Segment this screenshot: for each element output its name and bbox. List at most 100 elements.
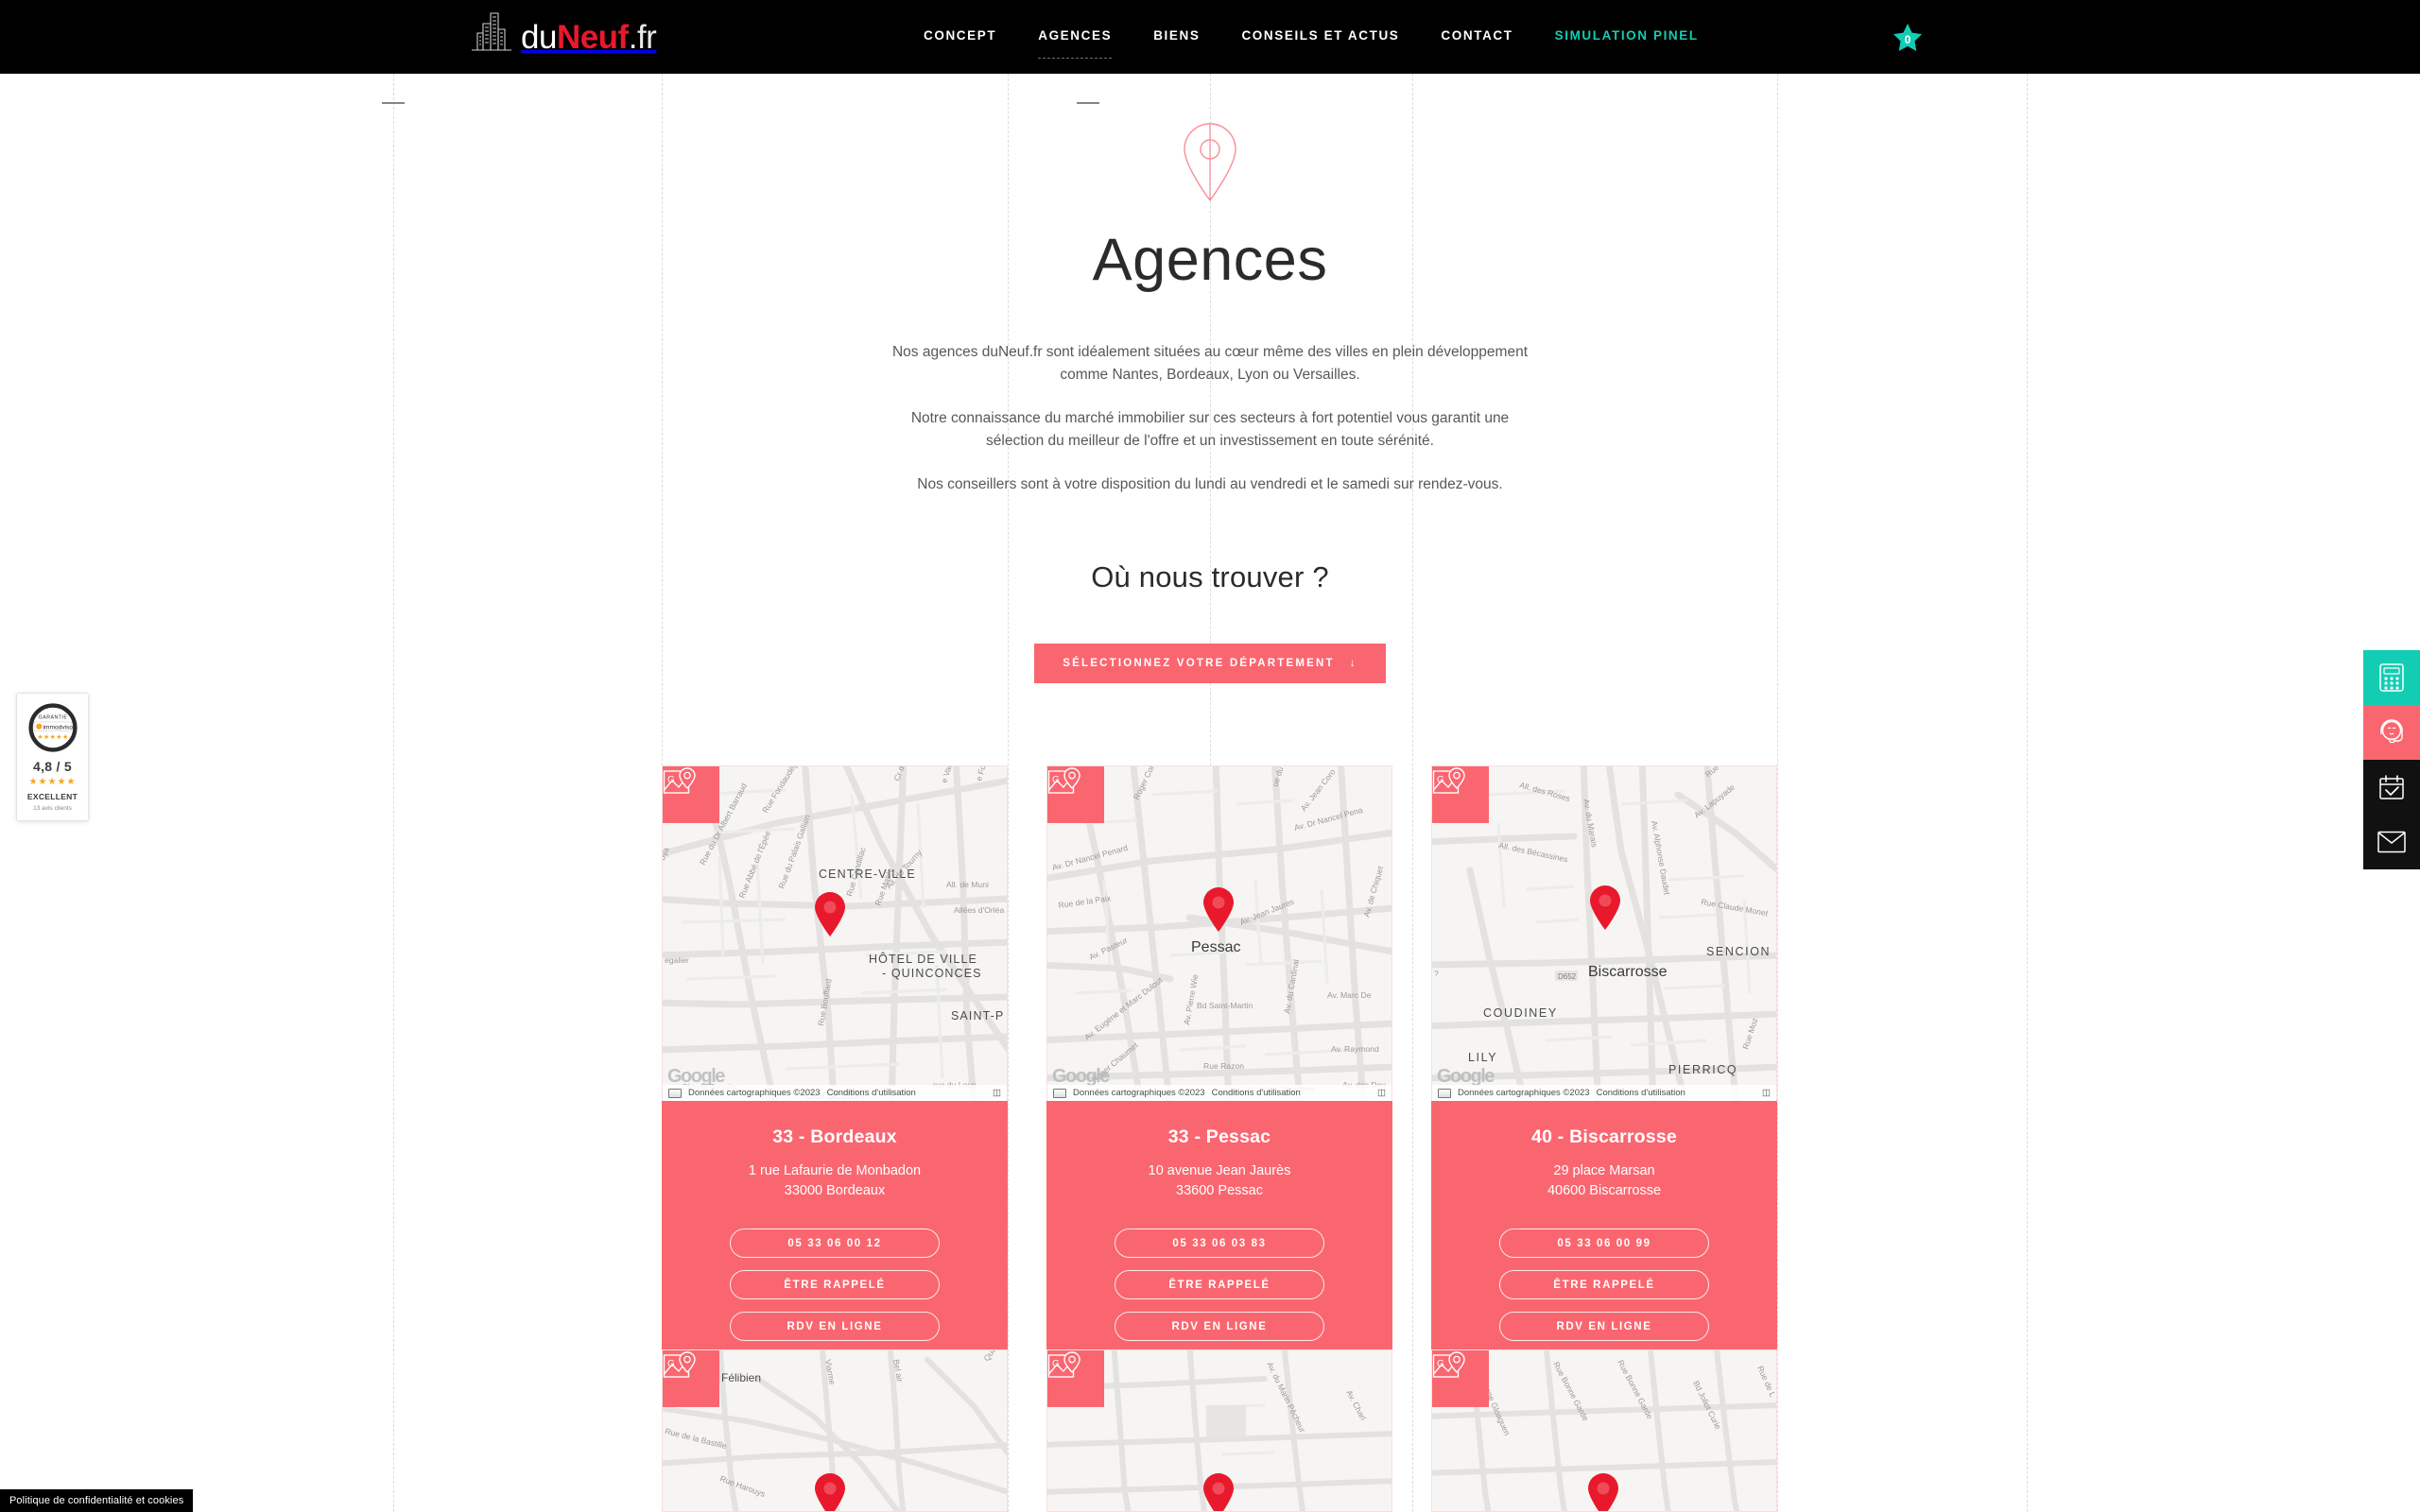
map-terms-link[interactable]: Conditions d'utilisation [1597, 1088, 1685, 1098]
map-marker-icon [815, 892, 845, 936]
agency-cards-grid: CENTRE-VILLE HÔTEL DE VILLE - QUINCONCES… [662, 765, 1777, 1374]
immodvisor-review-widget[interactable]: GARANTIE immodvisor ★★★★★ 4,8 / 5 ★★★★★ … [16, 693, 89, 821]
dock-calculator-button[interactable] [2363, 650, 2420, 705]
agency-card: SENCION COUDINEY LILY PIERRICQ All. des … [1431, 765, 1777, 1374]
nav-item-concept[interactable]: CONCEPT [903, 26, 1017, 45]
agency-map[interactable]: SENCION COUDINEY LILY PIERRICQ All. des … [1431, 765, 1777, 1101]
agency-map[interactable]: Viarme Bel air Quai d Rue de la Bastille… [662, 1349, 1008, 1512]
agency-map[interactable]: Roger Cohé Av. Dr Nancel Penard Av. Dr N… [1046, 765, 1392, 1101]
agency-card-body: 33 - Bordeaux 1 rue Lafaurie de Monbadon… [662, 1101, 1008, 1374]
dock-contact-button[interactable] [2363, 815, 2420, 869]
site-header: duNeuf.fr CONCEPT AGENCES BIENS CONSEILS… [0, 0, 2420, 74]
fullscreen-icon[interactable]: ◫ [1377, 1088, 1386, 1098]
agency-phone-button[interactable]: 05 33 06 03 83 [1115, 1228, 1324, 1259]
nav-item-contact[interactable]: CONTACT [1420, 26, 1533, 45]
agency-card: Av. du Marin Pêcheur Av. Charl G [1046, 1349, 1392, 1512]
headset-support-icon [2380, 719, 2403, 744]
agency-callback-button[interactable]: ÊTRE RAPPELÉ [730, 1270, 940, 1300]
review-rating-label: EXCELLENT [26, 792, 78, 801]
agency-map[interactable]: Av. du Marin Pêcheur Av. Charl G [1046, 1349, 1392, 1512]
agency-rdv-button[interactable]: RDV EN LIGNE [730, 1312, 940, 1342]
map-attribution-bar: Données cartographiques ©2023 Conditions… [663, 1085, 1007, 1101]
agency-card: Bd Étienne Gloaguen Rue Bonne Garde Rue … [1431, 1349, 1777, 1512]
svg-text:D652: D652 [1558, 972, 1577, 981]
agency-address-line1: 29 place Marsan [1553, 1163, 1655, 1178]
fullscreen-icon[interactable]: ◫ [1762, 1088, 1771, 1098]
envelope-icon [2377, 831, 2406, 853]
agency-address: 1 rue Lafaurie de Monbadon 33000 Bordeau… [690, 1161, 979, 1200]
favorites-star-badge[interactable]: 0 [1891, 21, 1925, 55]
dock-support-button[interactable] [2363, 705, 2420, 760]
agency-rdv-button[interactable]: RDV EN LIGNE [1499, 1312, 1709, 1342]
map-marker-icon [1588, 1473, 1618, 1511]
map-data-credit: Données cartographiques ©2023 [688, 1088, 821, 1098]
keyboard-shortcuts-icon[interactable] [1053, 1088, 1066, 1098]
open-in-google-maps-button[interactable]: G [1432, 766, 1489, 823]
agency-card-body: 40 - Biscarrosse 29 place Marsan 40600 B… [1431, 1101, 1777, 1374]
google-maps-photo-icon: G [1432, 1351, 1465, 1378]
map-attribution-bar: Données cartographiques ©2023 Conditions… [1432, 1085, 1776, 1101]
favorites-count: 0 [1904, 33, 1911, 46]
agency-phone-button[interactable]: 05 33 06 00 99 [1499, 1228, 1709, 1259]
building-logo-icon [472, 12, 511, 51]
intro-paragraph-2: Notre connaissance du marché immobilier … [910, 410, 1510, 450]
logo-wordmark: duNeuf.fr [521, 19, 657, 56]
select-department-button[interactable]: SÉLECTIONNEZ VOTRE DÉPARTEMENT ↓ [1034, 644, 1386, 684]
cookie-policy-label: Politique de confidentialité et cookies [9, 1495, 184, 1506]
nav-item-agences[interactable]: AGENCES [1017, 26, 1132, 59]
agency-callback-button[interactable]: ÊTRE RAPPELÉ [1115, 1270, 1324, 1300]
review-count: 13 avis clients [33, 805, 72, 812]
google-maps-photo-icon: G [663, 767, 696, 794]
open-in-google-maps-button[interactable]: G [1047, 766, 1104, 823]
logo-du: du [521, 19, 557, 56]
calendar-check-icon [2379, 775, 2404, 799]
svg-text:GARANTIE: GARANTIE [38, 714, 67, 720]
svg-text:SENCION: SENCION [1706, 945, 1771, 958]
nav-item-simulation-pinel[interactable]: SIMULATION PINEL [1534, 26, 1720, 45]
nav-item-biens[interactable]: BIENS [1132, 26, 1220, 45]
floating-action-dock [2363, 650, 2420, 869]
nav-item-conseils-et-actus[interactable]: CONSEILS ET ACTUS [1220, 26, 1420, 45]
map-attribution-bar: Données cartographiques ©2023 Conditions… [1047, 1085, 1392, 1101]
main-navigation: CONCEPT AGENCES BIENS CONSEILS ET ACTUS … [903, 26, 1720, 59]
map-marker-icon [815, 1473, 845, 1511]
agency-map[interactable]: CENTRE-VILLE HÔTEL DE VILLE - QUINCONCES… [662, 765, 1008, 1101]
agency-card: Viarme Bel air Quai d Rue de la Bastille… [662, 1349, 1008, 1512]
site-logo[interactable]: duNeuf.fr [470, 11, 657, 56]
google-maps-photo-icon: G [1047, 1351, 1080, 1378]
logo-neuf: Neuf [556, 19, 629, 56]
fullscreen-icon[interactable]: ◫ [993, 1088, 1001, 1098]
svg-text:G: G [1052, 1359, 1060, 1369]
agency-rdv-button[interactable]: RDV EN LIGNE [1115, 1312, 1324, 1342]
svg-text:★★★★★: ★★★★★ [37, 733, 68, 741]
svg-text:COUDINEY: COUDINEY [1483, 1006, 1558, 1020]
dock-appointment-button[interactable] [2363, 760, 2420, 815]
immodvisor-badge-icon: GARANTIE immodvisor ★★★★★ [27, 703, 78, 752]
agency-cards-grid-row2: Viarme Bel air Quai d Rue de la Bastille… [662, 1349, 1777, 1512]
map-marker-icon [1203, 1473, 1234, 1511]
map-marker-icon [1203, 887, 1234, 932]
cookie-policy-bar[interactable]: Politique de confidentialité et cookies [0, 1489, 194, 1512]
calculator-icon [2379, 663, 2404, 692]
agency-callback-button[interactable]: ÊTRE RAPPELÉ [1499, 1270, 1709, 1300]
open-in-google-maps-button[interactable]: G [1047, 1350, 1104, 1407]
open-in-google-maps-button[interactable]: G [1432, 1350, 1489, 1407]
keyboard-shortcuts-icon[interactable] [1438, 1088, 1451, 1098]
agency-title: 40 - Biscarrosse [1531, 1126, 1677, 1147]
logo-fr: .fr [628, 19, 657, 56]
agency-address-line1: 1 rue Lafaurie de Monbadon [748, 1163, 922, 1178]
map-terms-link[interactable]: Conditions d'utilisation [1212, 1088, 1301, 1098]
agency-address-line2: 33000 Bordeaux [784, 1182, 886, 1198]
svg-text:- QUINCONCES: - QUINCONCES [882, 967, 982, 980]
agency-map[interactable]: Bd Étienne Gloaguen Rue Bonne Garde Rue … [1431, 1349, 1777, 1512]
map-terms-link[interactable]: Conditions d'utilisation [827, 1088, 916, 1098]
svg-text:G: G [1437, 775, 1444, 785]
svg-text:G: G [1437, 1359, 1444, 1369]
intro-text: Nos agences duNeuf.fr sont idéalement si… [0, 341, 2420, 496]
open-in-google-maps-button[interactable]: G [663, 1350, 719, 1407]
agency-phone-button[interactable]: 05 33 06 00 12 [730, 1228, 940, 1259]
open-in-google-maps-button[interactable]: G [663, 766, 719, 823]
svg-text:All. de Muni: All. de Muni [946, 880, 989, 889]
agency-address-line2: 40600 Biscarrosse [1547, 1182, 1662, 1198]
keyboard-shortcuts-icon[interactable] [668, 1088, 682, 1098]
